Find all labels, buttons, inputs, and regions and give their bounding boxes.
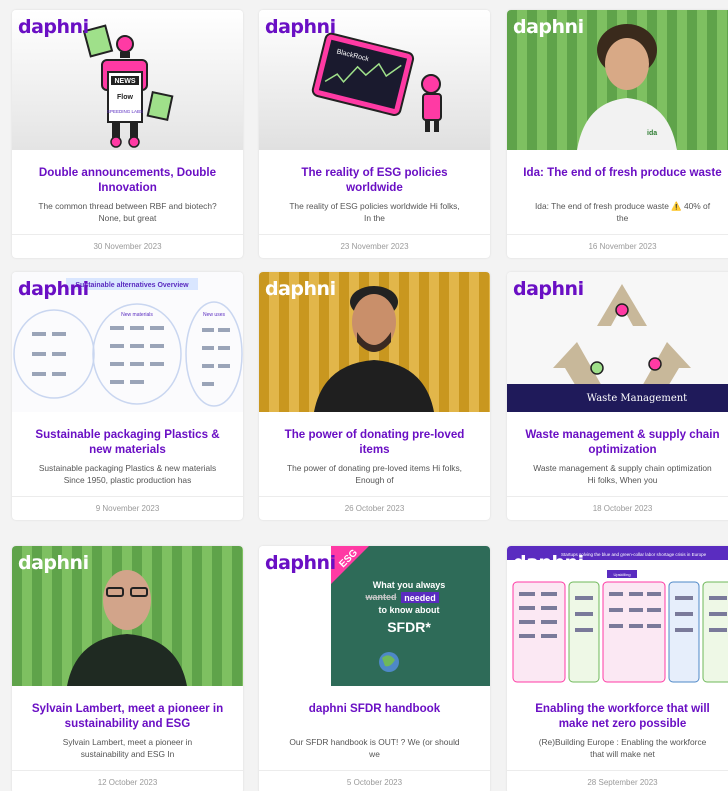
daphni-logo: daphni: [265, 552, 336, 574]
article-excerpt: Waste management & supply chain optimiza…: [533, 463, 712, 485]
article-thumbnail[interactable]: Sustainable alternatives Overview New ma…: [12, 272, 243, 412]
article-excerpt: The common thread between RBF and biotec…: [38, 201, 217, 223]
article-date: 30 November 2023: [12, 234, 243, 258]
article-title[interactable]: Double announcements, Double Innovation: [26, 166, 229, 195]
article-thumbnail[interactable]: NEWS Flow SPEEDING LABS daphni: [12, 10, 243, 150]
article-title[interactable]: The power of donating pre-loved items: [273, 428, 476, 457]
daphni-logo: daphni: [265, 16, 336, 38]
daphni-logo: daphni: [513, 16, 584, 38]
article-date: 28 September 2023: [507, 770, 728, 791]
article-thumbnail[interactable]: Startups solving the blue and green-coll…: [507, 546, 728, 686]
article-card[interactable]: daphni The power of donating pre-loved i…: [259, 272, 490, 520]
daphni-logo: daphni: [265, 278, 336, 300]
cover-line-1: What you always: [373, 580, 446, 590]
article-card[interactable]: BlackRock daphni The reality of ESG poli…: [259, 10, 490, 258]
article-date: 23 November 2023: [259, 234, 490, 258]
article-title[interactable]: The reality of ESG policies worldwide: [273, 166, 476, 195]
flow-label: Flow: [117, 94, 133, 101]
news-label: NEWS: [115, 78, 136, 85]
cover-line-5: SFDR*: [387, 619, 431, 635]
article-excerpt: Sustainable packaging Plastics & new mat…: [38, 463, 217, 485]
article-excerpt: Sylvain Lambert, meet a pioneer in susta…: [62, 737, 193, 759]
article-card[interactable]: NEWS Flow SPEEDING LABS daphni Double an…: [12, 10, 243, 258]
article-card[interactable]: Waste Management daphni Waste management…: [507, 272, 728, 520]
article-excerpt: Our SFDR handbook is OUT! ? We (or shoul…: [289, 737, 460, 759]
new-uses-label: New uses: [203, 312, 225, 318]
daphni-logo: daphni: [18, 16, 89, 38]
daphni-logo: daphni: [18, 552, 89, 574]
waste-management-label: Waste Management: [587, 393, 687, 404]
cover-line-3: needed: [404, 593, 436, 603]
article-thumbnail[interactable]: daphni: [12, 546, 243, 686]
daphni-logo: daphni: [513, 552, 584, 574]
article-title[interactable]: daphni SFDR handbook: [273, 702, 476, 717]
article-thumbnail[interactable]: ida daphni: [507, 10, 728, 150]
article-title[interactable]: Waste management & supply chain optimiza…: [521, 428, 724, 457]
article-card[interactable]: Sustainable alternatives Overview New ma…: [12, 272, 243, 520]
article-title[interactable]: Enabling the workforce that will make ne…: [521, 702, 724, 731]
article-date: 5 October 2023: [259, 770, 490, 791]
speeding-labs-label: SPEEDING LABS: [107, 109, 143, 114]
article-card[interactable]: Startups solving the blue and green-coll…: [507, 546, 728, 791]
article-card[interactable]: ida daphni Ida: The end of fresh produce…: [507, 10, 728, 258]
article-title[interactable]: Sustainable packaging Plastics & new mat…: [26, 428, 229, 457]
article-thumbnail[interactable]: Waste Management daphni: [507, 272, 728, 412]
article-title[interactable]: Ida: The end of fresh produce waste: [521, 166, 724, 181]
article-excerpt: (Re)Building Europe : Enabling the workf…: [538, 737, 707, 759]
article-date: 16 November 2023: [507, 234, 728, 258]
article-thumbnail[interactable]: BlackRock daphni: [259, 10, 490, 150]
article-excerpt: The reality of ESG policies worldwide Hi…: [289, 201, 460, 223]
article-date: 9 November 2023: [12, 496, 243, 520]
map-title: Sustainable alternatives Overview: [75, 282, 189, 289]
article-date: 12 October 2023: [12, 770, 243, 791]
daphni-logo: daphni: [513, 278, 584, 300]
article-title[interactable]: Sylvain Lambert, meet a pioneer in susta…: [26, 702, 229, 731]
daphni-logo: daphni: [18, 278, 89, 300]
article-card[interactable]: ESG What you always wanted needed to kno…: [259, 546, 490, 791]
article-excerpt: Ida: The end of fresh produce waste ⚠️ 4…: [534, 201, 711, 223]
cover-line-2: wanted: [364, 592, 396, 602]
article-date: 18 October 2023: [507, 496, 728, 520]
article-thumbnail[interactable]: ESG What you always wanted needed to kno…: [259, 546, 490, 686]
article-card[interactable]: daphni Sylvain Lambert, meet a pioneer i…: [12, 546, 243, 791]
cover-line-4: to know about: [379, 605, 440, 615]
article-date: 26 October 2023: [259, 496, 490, 520]
article-excerpt: The power of donating pre-loved items Hi…: [286, 463, 463, 485]
ida-shirt-label: ida: [647, 130, 657, 137]
upskilling-label: Upskilling: [613, 572, 630, 577]
article-thumbnail[interactable]: daphni: [259, 272, 490, 412]
new-materials-label: New materials: [121, 312, 153, 318]
